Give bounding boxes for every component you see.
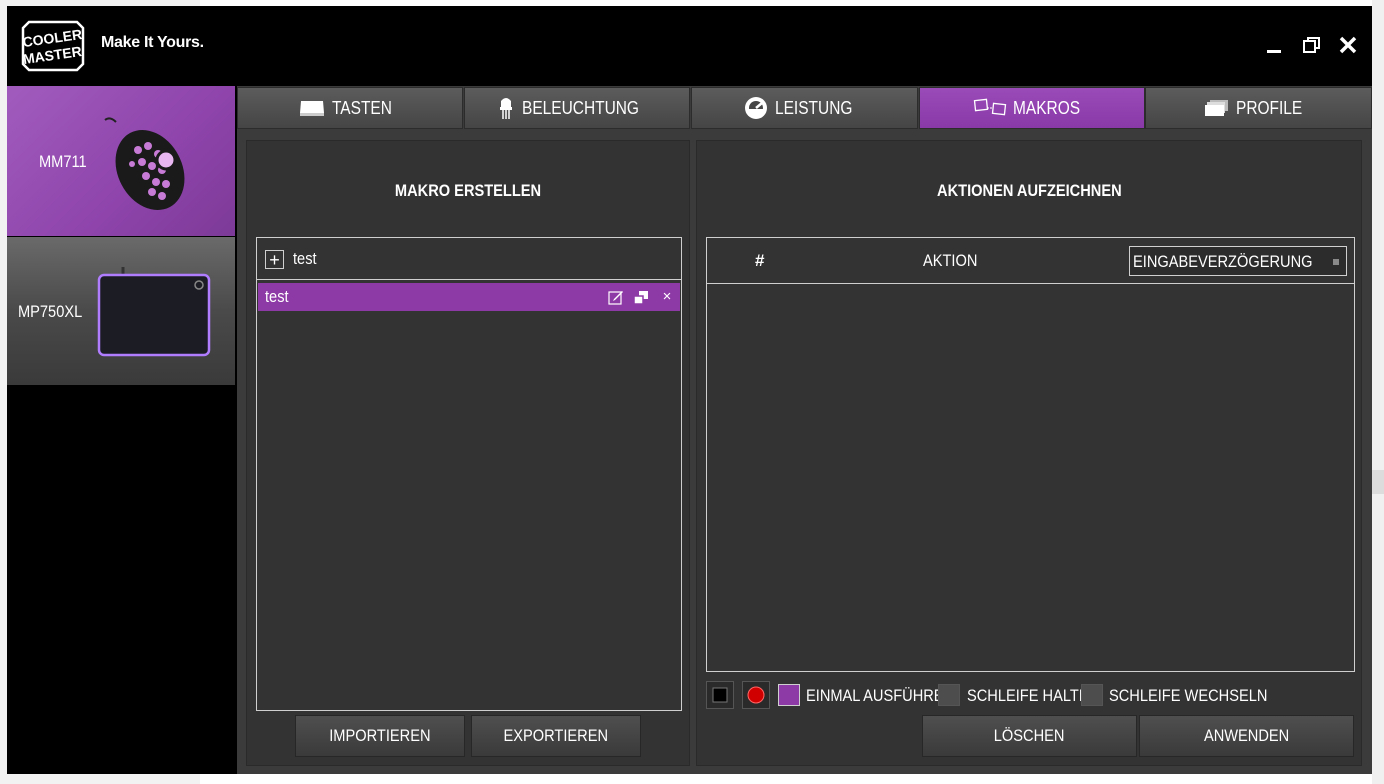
tab-label: MAKROS	[1012, 97, 1081, 118]
mode-once-label: EINMAL AUSFÜHREN	[806, 686, 955, 705]
record-button[interactable]	[742, 681, 770, 709]
export-button[interactable]: EXPORTIEREN	[471, 715, 641, 757]
tab-label: BELEUCHTUNG	[521, 97, 639, 118]
restore-icon[interactable]	[1301, 34, 1323, 56]
panel-title: AKTIONEN AUFZEICHNEN	[697, 181, 1361, 201]
record-actions-title: AKTIONEN AUFZEICHNEN	[936, 181, 1122, 200]
minimize-icon[interactable]	[1263, 34, 1285, 56]
device-sidebar: MM711 MP750XL	[7, 86, 235, 774]
macro-item-name: test	[265, 287, 289, 306]
desktop-background-right	[1372, 0, 1384, 784]
macro-create-title: MAKRO ERSTELLEN	[394, 181, 542, 200]
device-label: MM711	[39, 152, 87, 171]
tab-label: PROFILE	[1235, 97, 1303, 118]
clear-button[interactable]: LÖSCHEN	[922, 715, 1137, 757]
delete-icon[interactable]: ×	[659, 289, 675, 305]
mousepad-image	[97, 267, 211, 357]
profile-icon	[1204, 100, 1228, 116]
add-macro-button[interactable]: +	[265, 250, 284, 269]
close-icon[interactable]	[1337, 34, 1359, 56]
apply-label: ANWENDEN	[1203, 726, 1290, 745]
tab-makros[interactable]: MAKROS	[919, 87, 1145, 129]
panel-title: MAKRO ERSTELLEN	[247, 181, 689, 201]
mode-loop-hold-label: SCHLEIFE HALTEN	[967, 686, 1100, 705]
device-mp750xl[interactable]: MP750XL	[7, 237, 235, 385]
tab-beleuchtung[interactable]: BELEUCHTUNG	[464, 87, 690, 129]
title-bar: COOLER MASTER Make It Yours.	[7, 6, 1372, 86]
edit-icon[interactable]	[608, 289, 624, 305]
import-label: IMPORTIEREN	[329, 726, 431, 745]
macro-icon	[973, 98, 1007, 116]
tab-tasten[interactable]: TASTEN	[237, 87, 463, 129]
mode-loop-hold-checkbox[interactable]	[938, 684, 960, 706]
import-button[interactable]: IMPORTIEREN	[295, 715, 465, 757]
cooler-master-logo: COOLER MASTER	[22, 20, 85, 72]
tab-profile[interactable]: PROFILE	[1145, 87, 1372, 129]
app-window: COOLER MASTER Make It Yours. MM711 MP750…	[7, 6, 1372, 774]
macro-create-panel: MAKRO ERSTELLEN + test test × IMPORTIERE…	[246, 140, 690, 766]
new-macro-row[interactable]: + test	[257, 238, 681, 280]
performance-icon	[745, 97, 768, 119]
mode-loop-toggle-label: SCHLEIFE WECHSELN	[1109, 686, 1268, 705]
new-macro-name[interactable]: test	[293, 249, 317, 269]
copy-icon[interactable]	[633, 289, 649, 305]
mouse-image	[104, 117, 185, 211]
input-delay-label: EINGABEVERZÖGERUNG	[1133, 252, 1313, 271]
tab-label: LEISTUNG	[775, 97, 853, 118]
input-delay-select[interactable]: EINGABEVERZÖGERUNG	[1129, 246, 1347, 276]
device-mm711[interactable]: MM711	[7, 86, 235, 236]
tab-bar: TASTEN BELEUCHTUNG LEISTUNG MAKROS PROFI…	[237, 86, 1372, 130]
apply-button[interactable]: ANWENDEN	[1139, 715, 1354, 757]
stop-icon	[712, 687, 728, 703]
desktop-scrollbar-mark	[1372, 470, 1384, 494]
record-actions-panel: AKTIONEN AUFZEICHNEN # AKTION EINGABEVER…	[696, 140, 1362, 766]
tab-leistung[interactable]: LEISTUNG	[691, 87, 918, 129]
column-action: AKTION	[923, 251, 978, 270]
device-label: MP750XL	[18, 302, 83, 321]
clear-label: LÖSCHEN	[994, 726, 1065, 745]
mode-once-checkbox[interactable]	[778, 684, 800, 706]
record-icon	[747, 686, 765, 704]
dropdown-indicator-icon	[1333, 259, 1339, 265]
stop-button[interactable]	[706, 681, 734, 709]
mode-loop-toggle-checkbox[interactable]	[1081, 684, 1103, 706]
slogan: Make It Yours.	[101, 34, 204, 51]
column-number: #	[755, 251, 765, 270]
main-content: TASTEN BELEUCHTUNG LEISTUNG MAKROS PROFI…	[237, 86, 1372, 774]
keys-icon	[300, 101, 325, 116]
action-table-header: # AKTION EINGABEVERZÖGERUNG	[707, 238, 1354, 284]
tab-label: TASTEN	[332, 97, 393, 118]
action-table: # AKTION EINGABEVERZÖGERUNG	[706, 237, 1355, 672]
light-icon	[499, 98, 512, 119]
macro-list: + test test ×	[256, 237, 682, 711]
macro-list-item[interactable]: test ×	[258, 283, 680, 311]
export-label: EXPORTIEREN	[503, 726, 609, 745]
